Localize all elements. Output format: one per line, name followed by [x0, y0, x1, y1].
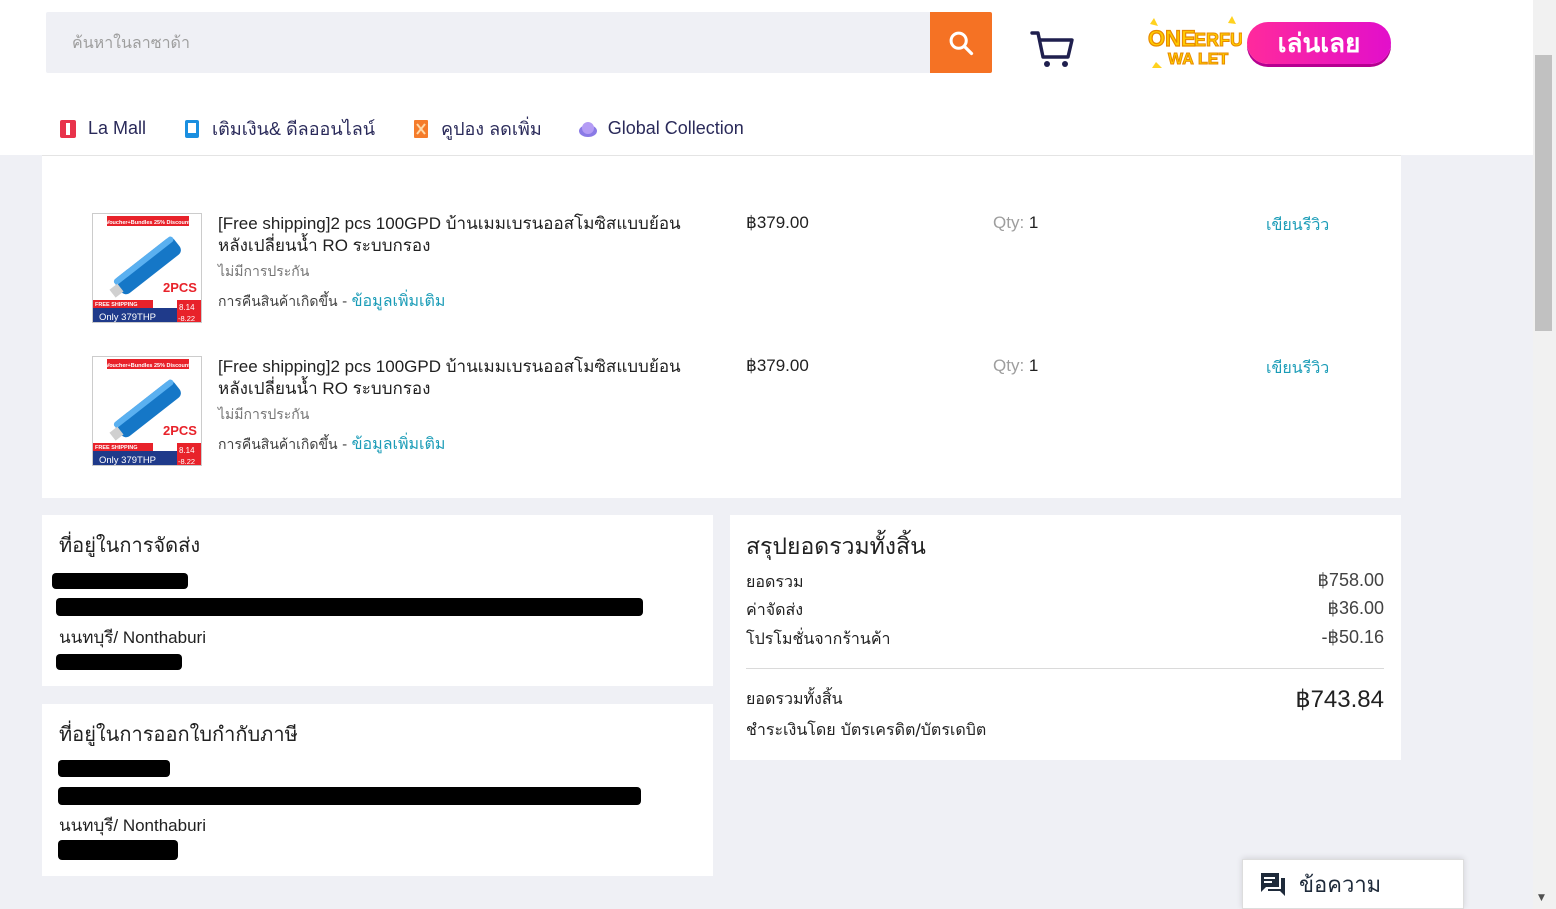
qty-value: 1 [1028, 213, 1039, 232]
returns-more-link[interactable]: ข้อมูลเพิ่มเติม [352, 291, 446, 310]
search-button[interactable] [930, 12, 992, 73]
summary-row-shipping: ค่าจัดส่ง ฿36.00 [746, 598, 1384, 623]
nav-label: คูปอง ลดเพิ่ม [441, 119, 542, 139]
thumb-badge-text: Voucher+Bundles 25% Discount [106, 363, 190, 369]
qty-label: Qty: [993, 356, 1025, 375]
search-icon [949, 31, 974, 55]
phone-topup-icon [182, 119, 202, 139]
svg-text:LET: LET [1198, 51, 1228, 68]
thumb-ship-text: FREE SHIPPING [95, 445, 137, 451]
order-items-panel: Voucher+Bundles 25% Discount 2PCS FREE S… [42, 155, 1401, 498]
total-value: ฿743.84 [1295, 686, 1384, 713]
returns-text: การคืนสินค้าเกิดขึ้น - [218, 294, 352, 310]
billing-address-title: ที่อยู่ในการออกใบกำกับภาษี [59, 722, 298, 746]
shipping-address-title: ที่อยู่ในการจัดส่ง [59, 533, 201, 557]
svg-text:WA: WA [1168, 51, 1194, 68]
redacted-name [52, 573, 188, 589]
lazmall-icon [58, 119, 78, 139]
item-price: ฿379.00 [746, 213, 809, 232]
warranty-text: ไม่มีการประกัน [218, 264, 310, 280]
returns-text: การคืนสินค้าเกิดขึ้น - [218, 437, 352, 453]
redacted-address [58, 787, 641, 805]
header: ONE ERFUL WA LET เล่นเลย La Mall เติมเงิ… [0, 0, 1533, 155]
cart-button[interactable] [1030, 28, 1076, 70]
nav-item-coupon[interactable]: คูปอง ลดเพิ่ม [411, 114, 542, 143]
thumb-only-text: Only 379THP [99, 312, 156, 323]
total-label: ยอดรวมทั้งสิ้น [746, 689, 843, 708]
play-now-button[interactable]: เล่นเลย [1247, 22, 1391, 64]
shipping-address-card: ที่อยู่ในการจัดส่ง นนทบุรี/ Nonthaburi [42, 515, 713, 686]
order-summary-card: สรุปยอดรวมทั้งสิ้น ยอดรวม ฿758.00 ค่าจัด… [730, 515, 1401, 760]
thumb-date2-text: -8.22 [178, 314, 195, 323]
thumb-date1-text: 8.14 [179, 446, 195, 455]
globe-icon [578, 119, 598, 139]
coupon-icon [411, 119, 431, 139]
thumb-badge-text: Voucher+Bundles 25% Discount [106, 220, 190, 226]
redacted-phone [58, 840, 178, 860]
svg-text:ERFUL: ERFUL [1194, 30, 1242, 50]
promo-label: โปรโมชั่นจากร้านค้า [746, 629, 891, 648]
redacted-address [56, 598, 643, 616]
chat-icon [1261, 873, 1285, 896]
chat-button[interactable]: ข้อความ [1242, 859, 1464, 909]
search-input[interactable] [46, 12, 931, 73]
wallet-promo-logo[interactable]: ONE ERFUL WA LET [1146, 14, 1255, 70]
promo-value: -฿50.16 [1321, 627, 1385, 647]
qty-value: 1 [1028, 356, 1039, 375]
product-title[interactable]: [Free shipping]2 pcs 100GPD บ้านเมมเบรนอ… [218, 213, 698, 257]
payment-method: ชำระเงินโดย บัตรเครดิต/บัตรเดบิต [746, 720, 987, 739]
shipping-fee-value: ฿36.00 [1327, 598, 1385, 618]
item-qty: Qty: 1 [993, 356, 1038, 376]
write-review-link[interactable]: เขียนรีวิว [1266, 356, 1329, 381]
summary-row-total: ยอดรวมทั้งสิ้น ฿743.84 [746, 685, 1384, 714]
top-nav: La Mall เติมเงิน& ดีลออนไลน์ คูปอง ลดเพิ… [58, 114, 780, 143]
order-item: Voucher+Bundles 25% Discount 2PCS FREE S… [42, 213, 1401, 333]
subtotal-value: ฿758.00 [1317, 570, 1384, 590]
nav-label: Global Collection [607, 118, 744, 138]
scroll-down-arrow-icon[interactable]: ▼ [1538, 893, 1545, 903]
product-title[interactable]: [Free shipping]2 pcs 100GPD บ้านเมมเบรนอ… [218, 356, 698, 400]
nav-item-lazmall[interactable]: La Mall [58, 114, 146, 143]
product-thumbnail[interactable]: Voucher+Bundles 25% Discount 2PCS FREE S… [92, 213, 202, 323]
shipping-city: นนทบุรี/ Nonthaburi [59, 628, 206, 647]
thumb-pcs-text: 2PCS [163, 423, 197, 438]
summary-row-subtotal: ยอดรวม ฿758.00 [746, 570, 1384, 595]
thumb-ship-text: FREE SHIPPING [95, 302, 137, 308]
billing-address-card: ที่อยู่ในการออกใบกำกับภาษี นนทบุรี/ Nont… [42, 704, 713, 876]
summary-title: สรุปยอดรวมทั้งสิ้น [746, 534, 926, 560]
svg-text:ONE: ONE [1148, 26, 1196, 51]
search-box[interactable] [46, 12, 931, 73]
scrollbar-thumb[interactable] [1535, 55, 1552, 331]
returns-info: การคืนสินค้าเกิดขึ้น - ข้อมูลเพิ่มเติม [218, 289, 445, 314]
nav-item-topup[interactable]: เติมเงิน& ดีลออนไลน์ [182, 114, 375, 143]
nav-label: La Mall [88, 118, 147, 138]
subtotal-label: ยอดรวม [746, 572, 804, 591]
returns-info: การคืนสินค้าเกิดขึ้น - ข้อมูลเพิ่มเติม [218, 432, 445, 457]
write-review-link[interactable]: เขียนรีวิว [1266, 213, 1329, 238]
item-qty: Qty: 1 [993, 213, 1038, 233]
thumb-date1-text: 8.14 [179, 303, 195, 312]
returns-more-link[interactable]: ข้อมูลเพิ่มเติม [352, 434, 446, 453]
cart-icon [1030, 31, 1074, 67]
redacted-name [58, 760, 170, 777]
nav-item-global[interactable]: Global Collection [578, 114, 744, 143]
summary-divider [746, 668, 1384, 669]
item-price: ฿379.00 [746, 356, 809, 375]
thumb-date2-text: -8.22 [178, 457, 195, 466]
warranty-text: ไม่มีการประกัน [218, 407, 310, 423]
nav-label: เติมเงิน& ดีลออนไลน์ [212, 119, 376, 139]
shipping-fee-label: ค่าจัดส่ง [746, 600, 804, 619]
billing-city: นนทบุรี/ Nonthaburi [59, 816, 206, 835]
product-thumbnail[interactable]: Voucher+Bundles 25% Discount 2PCS FREE S… [92, 356, 202, 466]
order-item: Voucher+Bundles 25% Discount 2PCS FREE S… [42, 356, 1401, 476]
summary-row-promo: โปรโมชั่นจากร้านค้า -฿50.16 [746, 627, 1384, 652]
thumb-only-text: Only 379THP [99, 455, 156, 466]
redacted-phone [56, 654, 182, 670]
qty-label: Qty: [993, 213, 1025, 232]
chat-label: ข้อความ [1299, 872, 1382, 898]
thumb-pcs-text: 2PCS [163, 280, 197, 295]
